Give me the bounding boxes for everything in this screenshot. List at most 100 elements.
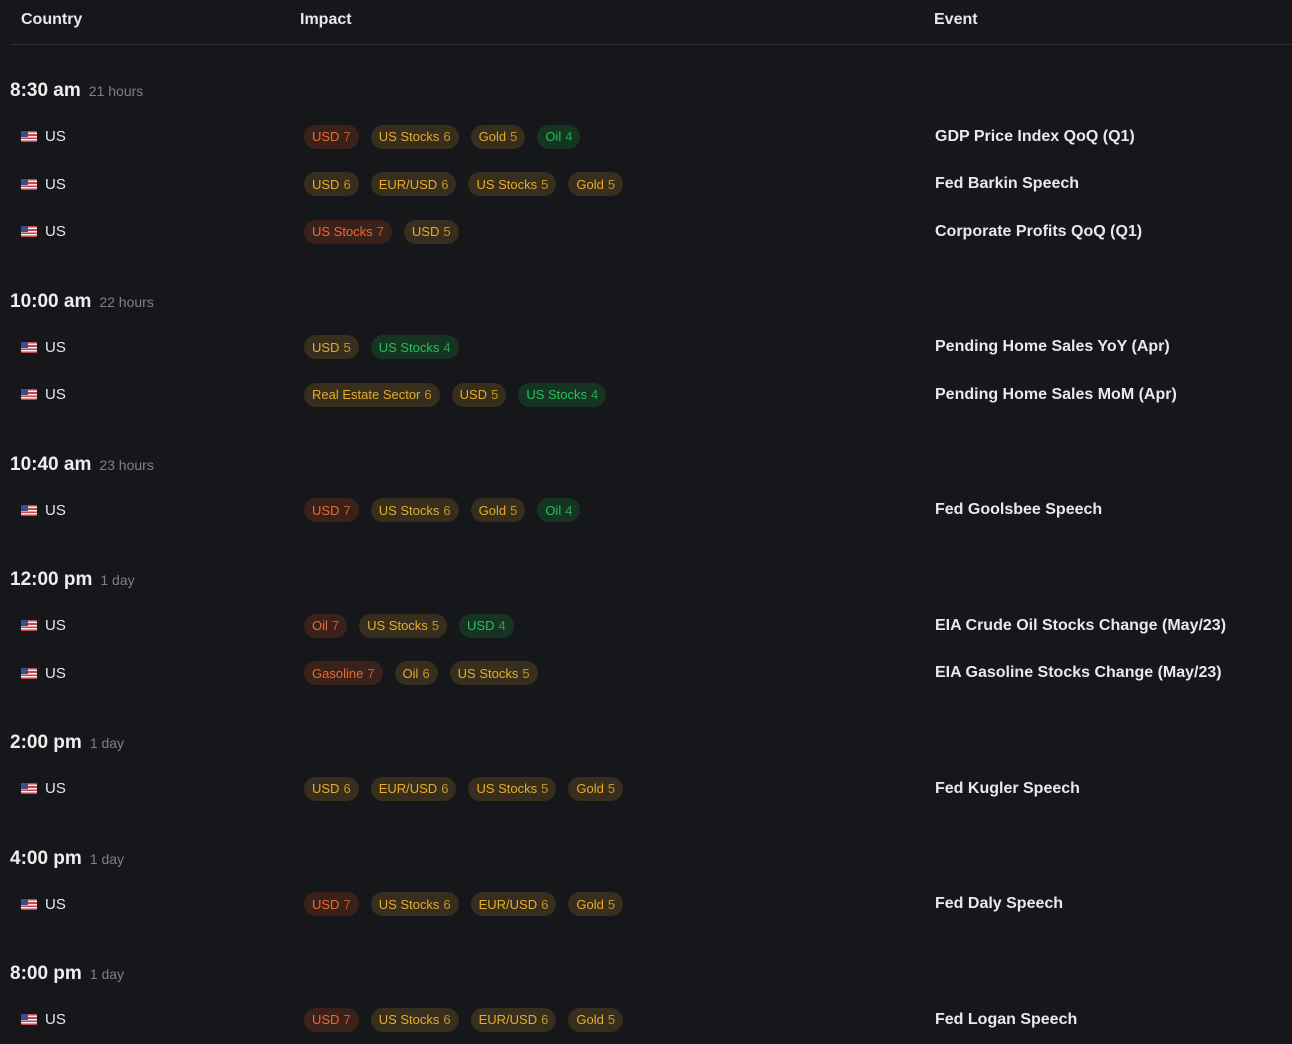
impact-badge[interactable]: US Stocks 4 xyxy=(370,335,459,360)
event-row[interactable]: US USD 7 US Stocks 6 Gold 5 Oil 4 GDP Price Index… xyxy=(0,113,1292,161)
event-name[interactable]: Pending Home Sales MoM (Apr) xyxy=(935,371,1177,419)
country-label: US xyxy=(45,895,66,913)
impact-cell: Oil 7 US Stocks 5 USD 4 xyxy=(304,602,514,650)
impact-badge[interactable]: EUR/USD 6 xyxy=(470,1007,557,1032)
impact-asset: US Stocks xyxy=(378,129,440,145)
impact-score: 7 xyxy=(343,1012,351,1028)
impact-badge[interactable]: USD 4 xyxy=(459,613,514,638)
impact-badge[interactable]: USD 5 xyxy=(403,219,459,244)
impact-badge[interactable]: US Stocks 5 xyxy=(449,661,538,686)
us-flag-icon xyxy=(21,341,37,353)
event-row[interactable]: US USD 6 EUR/USD 6 US Stocks 5 Gold 5 Fed Kugler … xyxy=(0,765,1292,813)
impact-score: 7 xyxy=(343,129,351,145)
event-name[interactable]: EIA Gasoline Stocks Change (May/23) xyxy=(935,650,1222,698)
impact-asset: US Stocks xyxy=(378,896,440,912)
time-label: 8:30 am xyxy=(10,80,81,101)
event-name[interactable]: Fed Logan Speech xyxy=(935,996,1077,1044)
event-name[interactable]: Fed Barkin Speech xyxy=(935,161,1079,209)
impact-badge[interactable]: Oil 7 xyxy=(304,613,348,638)
impact-badge[interactable]: USD 7 xyxy=(304,892,359,917)
column-header-country[interactable]: Country xyxy=(21,11,82,29)
impact-asset: Oil xyxy=(545,502,562,518)
relative-time: 1 day xyxy=(89,966,125,982)
event-row[interactable]: US USD 7 US Stocks 6 EUR/USD 6 Gold 5 Fed Daly Sp… xyxy=(0,881,1292,929)
impact-badge[interactable]: US Stocks 6 xyxy=(370,124,459,149)
event-row[interactable]: US USD 6 EUR/USD 6 US Stocks 5 Gold 5 Fed Barkin … xyxy=(0,161,1292,209)
impact-badge[interactable]: US Stocks 7 xyxy=(304,219,392,244)
impact-badge[interactable]: EUR/USD 6 xyxy=(470,892,557,917)
impact-score: 5 xyxy=(607,781,616,797)
time-group: 8:30 am 21 hours US USD 7 US Stocks 6 Gold 5 Oil 4… xyxy=(0,45,1292,256)
country-label: US xyxy=(45,1011,66,1029)
time-header: 2:00 pm 1 day xyxy=(0,721,1292,765)
country-cell: US xyxy=(21,324,66,372)
impact-score: 6 xyxy=(443,129,451,145)
impact-badge[interactable]: US Stocks 6 xyxy=(370,892,459,917)
impact-cell: USD 6 EUR/USD 6 US Stocks 5 Gold 5 xyxy=(304,161,624,209)
impact-badge[interactable]: US Stocks 5 xyxy=(468,776,557,801)
impact-badge[interactable]: Gold 5 xyxy=(568,1007,624,1032)
impact-badge[interactable]: US Stocks 6 xyxy=(370,498,459,523)
event-row[interactable]: US US Stocks 7 USD 5 Corporate Profits QoQ (Q… xyxy=(0,208,1292,256)
impact-badge[interactable]: USD 6 xyxy=(304,776,359,801)
impact-badge[interactable]: Oil 4 xyxy=(537,124,581,149)
impact-badge[interactable]: USD 6 xyxy=(304,172,359,197)
impact-badge[interactable]: Gold 5 xyxy=(568,172,624,197)
event-name[interactable]: Corporate Profits QoQ (Q1) xyxy=(935,208,1142,256)
country-cell: US xyxy=(21,650,66,698)
impact-badge[interactable]: EUR/USD 6 xyxy=(370,776,457,801)
impact-asset: US Stocks xyxy=(367,618,428,634)
impact-asset: Gold xyxy=(576,1012,604,1028)
event-name[interactable]: Fed Kugler Speech xyxy=(935,765,1080,813)
event-name[interactable]: Pending Home Sales YoY (Apr) xyxy=(935,324,1170,372)
event-row[interactable]: US USD 5 US Stocks 4 Pending Home Sales YoY (… xyxy=(0,324,1292,372)
impact-score: 5 xyxy=(607,176,616,192)
event-row[interactable]: US USD 7 US Stocks 6 Gold 5 Oil 4 Fed Goolsbee Sp… xyxy=(0,487,1292,535)
country-cell: US xyxy=(21,371,66,419)
impact-badge[interactable]: US Stocks 5 xyxy=(359,613,448,638)
event-name[interactable]: GDP Price Index QoQ (Q1) xyxy=(935,113,1135,161)
impact-asset: Gasoline xyxy=(312,665,364,681)
impact-asset: US Stocks xyxy=(476,781,538,797)
impact-badge[interactable]: Gold 5 xyxy=(568,892,624,917)
impact-cell: Gasoline 7 Oil 6 US Stocks 5 xyxy=(304,650,538,698)
time-header: 8:00 pm 1 day xyxy=(0,952,1292,996)
impact-badge[interactable]: Gasoline 7 xyxy=(304,661,383,686)
impact-badge[interactable]: US Stocks 6 xyxy=(370,1007,459,1032)
impact-asset: US Stocks xyxy=(378,339,440,355)
us-flag-icon xyxy=(21,1014,37,1026)
impact-badge[interactable]: Gold 5 xyxy=(470,498,526,523)
impact-badge[interactable]: Gold 5 xyxy=(470,124,526,149)
impact-badge[interactable]: US Stocks 4 xyxy=(518,382,607,407)
impact-cell: USD 7 US Stocks 6 EUR/USD 6 Gold 5 xyxy=(304,996,624,1044)
column-header-impact[interactable]: Impact xyxy=(300,11,352,29)
impact-asset: Gold xyxy=(478,502,507,518)
impact-badge[interactable]: USD 7 xyxy=(304,498,359,523)
impact-badge[interactable]: Oil 6 xyxy=(394,661,438,686)
event-row[interactable]: US Gasoline 7 Oil 6 US Stocks 5 EIA Gasoline St… xyxy=(0,650,1292,698)
impact-badge[interactable]: USD 5 xyxy=(451,382,507,407)
impact-badge[interactable]: USD 7 xyxy=(304,124,359,149)
time-label: 2:00 pm xyxy=(10,732,82,753)
event-name[interactable]: EIA Crude Oil Stocks Change (May/23) xyxy=(935,602,1226,650)
us-flag-icon xyxy=(21,783,37,795)
event-row[interactable]: US Oil 7 US Stocks 5 USD 4 EIA Crude Oil Stocks… xyxy=(0,602,1292,650)
event-row[interactable]: US USD 7 US Stocks 6 EUR/USD 6 Gold 5 Fed Logan S… xyxy=(0,996,1292,1044)
impact-asset: USD xyxy=(467,618,495,634)
impact-score: 6 xyxy=(441,176,449,192)
event-row[interactable]: US Real Estate Sector 6 USD 5 US Stocks 4 Pendi… xyxy=(0,371,1292,419)
impact-badge[interactable]: USD 5 xyxy=(304,335,359,360)
impact-badge[interactable]: US Stocks 5 xyxy=(468,172,557,197)
relative-time: 23 hours xyxy=(99,456,154,473)
impact-badge[interactable]: Real Estate Sector 6 xyxy=(304,382,440,407)
column-header-event[interactable]: Event xyxy=(934,11,978,29)
impact-cell: USD 7 US Stocks 6 Gold 5 Oil 4 xyxy=(304,487,581,535)
event-name[interactable]: Fed Goolsbee Speech xyxy=(935,487,1102,535)
impact-badge[interactable]: Gold 5 xyxy=(568,776,624,801)
impact-badge[interactable]: EUR/USD 6 xyxy=(370,172,457,197)
event-name[interactable]: Fed Daly Speech xyxy=(935,881,1063,929)
impact-asset: USD xyxy=(312,896,340,912)
impact-badge[interactable]: USD 7 xyxy=(304,1007,359,1032)
country-cell: US xyxy=(21,208,66,256)
impact-badge[interactable]: Oil 4 xyxy=(537,498,581,523)
